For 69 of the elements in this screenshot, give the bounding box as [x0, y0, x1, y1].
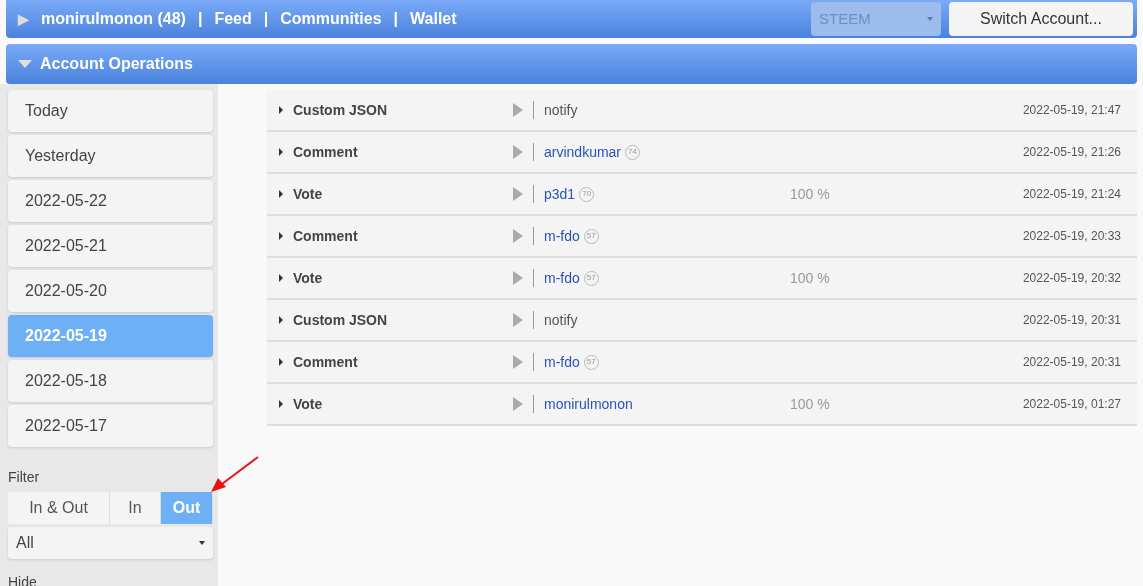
operation-row[interactable]: Comment m-fdo 57 2022-05-19, 20:31: [267, 342, 1137, 384]
day-item[interactable]: Today: [8, 90, 213, 132]
operation-time: 2022-05-19, 21:47: [1022, 102, 1121, 119]
operation-row[interactable]: Comment m-fdo 57 2022-05-19, 20:33: [267, 216, 1137, 258]
caret-icon: [279, 274, 283, 282]
account-link[interactable]: m-fdo: [544, 267, 580, 289]
play-icon: [513, 397, 523, 411]
dropdown-caret-icon: [199, 541, 205, 545]
operation-row[interactable]: Vote m-fdo 57 100 % 2022-05-19, 20:32: [267, 258, 1137, 300]
switch-account-button[interactable]: Switch Account...: [949, 2, 1133, 36]
operation-time: 2022-05-19, 20:32: [1022, 270, 1121, 287]
dropdown-caret-icon: [927, 17, 933, 21]
day-item[interactable]: 2022-05-22: [8, 180, 213, 222]
operation-row[interactable]: Custom JSON notify 2022-05-19, 21:47: [267, 90, 1137, 132]
operation-time: 2022-05-19, 20:31: [1022, 312, 1121, 329]
account-link[interactable]: m-fdo: [544, 351, 580, 373]
vote-weight: 100 %: [790, 394, 831, 414]
operation-target: notify: [544, 100, 578, 120]
operation-row[interactable]: Custom JSON notify 2022-05-19, 20:31: [267, 300, 1137, 342]
day-item[interactable]: 2022-05-20: [8, 270, 213, 312]
separator: |: [263, 9, 269, 29]
operation-row[interactable]: Vote p3d1 70 100 % 2022-05-19, 21:24: [267, 174, 1137, 216]
separator: |: [393, 9, 399, 29]
operation-type: Vote: [293, 394, 324, 414]
play-icon: [513, 313, 523, 327]
operation-type: Vote: [293, 268, 324, 288]
day-item[interactable]: Yesterday: [8, 135, 213, 177]
operation-type: Vote: [293, 184, 324, 204]
account-link[interactable]: arvindkumar: [544, 141, 622, 163]
day-item[interactable]: 2022-05-17: [8, 405, 213, 447]
operation-row[interactable]: Vote monirulmonon 100 % 2022-05-19, 01:27: [267, 384, 1137, 426]
caret-icon: [279, 358, 283, 366]
filter-option[interactable]: In: [110, 492, 161, 524]
operation-type: Custom JSON: [293, 310, 389, 330]
filter-label: Filter: [8, 468, 41, 487]
day-item[interactable]: 2022-05-21: [8, 225, 213, 267]
operation-row[interactable]: Comment arvindkumar 74 2022-05-19, 21:26: [267, 132, 1137, 174]
caret-icon: [279, 106, 283, 114]
play-icon: [513, 187, 523, 201]
operation-time: 2022-05-19, 20:31: [1022, 354, 1121, 371]
collapse-triangle-icon: [18, 60, 32, 68]
caret-icon: [279, 316, 283, 324]
type-select[interactable]: All: [8, 527, 213, 559]
operation-type: Comment: [293, 226, 359, 246]
operation-time: 2022-05-19, 01:27: [1022, 396, 1121, 413]
vote-weight: 100 %: [790, 268, 831, 288]
account-link[interactable]: monirulmonon: [544, 393, 633, 415]
caret-icon: [279, 400, 283, 408]
operation-time: 2022-05-19, 21:24: [1022, 186, 1121, 203]
play-icon: [513, 103, 523, 117]
play-icon: [513, 271, 523, 285]
account-link[interactable]: p3d1: [544, 183, 576, 205]
caret-icon: [279, 190, 283, 198]
operation-time: 2022-05-19, 20:33: [1022, 228, 1121, 245]
caret-icon: [279, 148, 283, 156]
vote-weight: 100 %: [790, 184, 831, 204]
play-icon: [513, 229, 523, 243]
operation-type: Comment: [293, 352, 359, 372]
day-item[interactable]: 2022-05-18: [8, 360, 213, 402]
operation-type: Comment: [293, 142, 359, 162]
separator: |: [197, 9, 203, 29]
filter-option[interactable]: In & Out: [8, 492, 110, 524]
play-icon: [513, 355, 523, 369]
operation-time: 2022-05-19, 21:26: [1022, 144, 1121, 161]
account-link[interactable]: m-fdo: [544, 225, 580, 247]
operation-type: Custom JSON: [293, 100, 389, 120]
caret-icon: [279, 232, 283, 240]
play-icon: [513, 145, 523, 159]
operation-target: notify: [544, 310, 578, 330]
